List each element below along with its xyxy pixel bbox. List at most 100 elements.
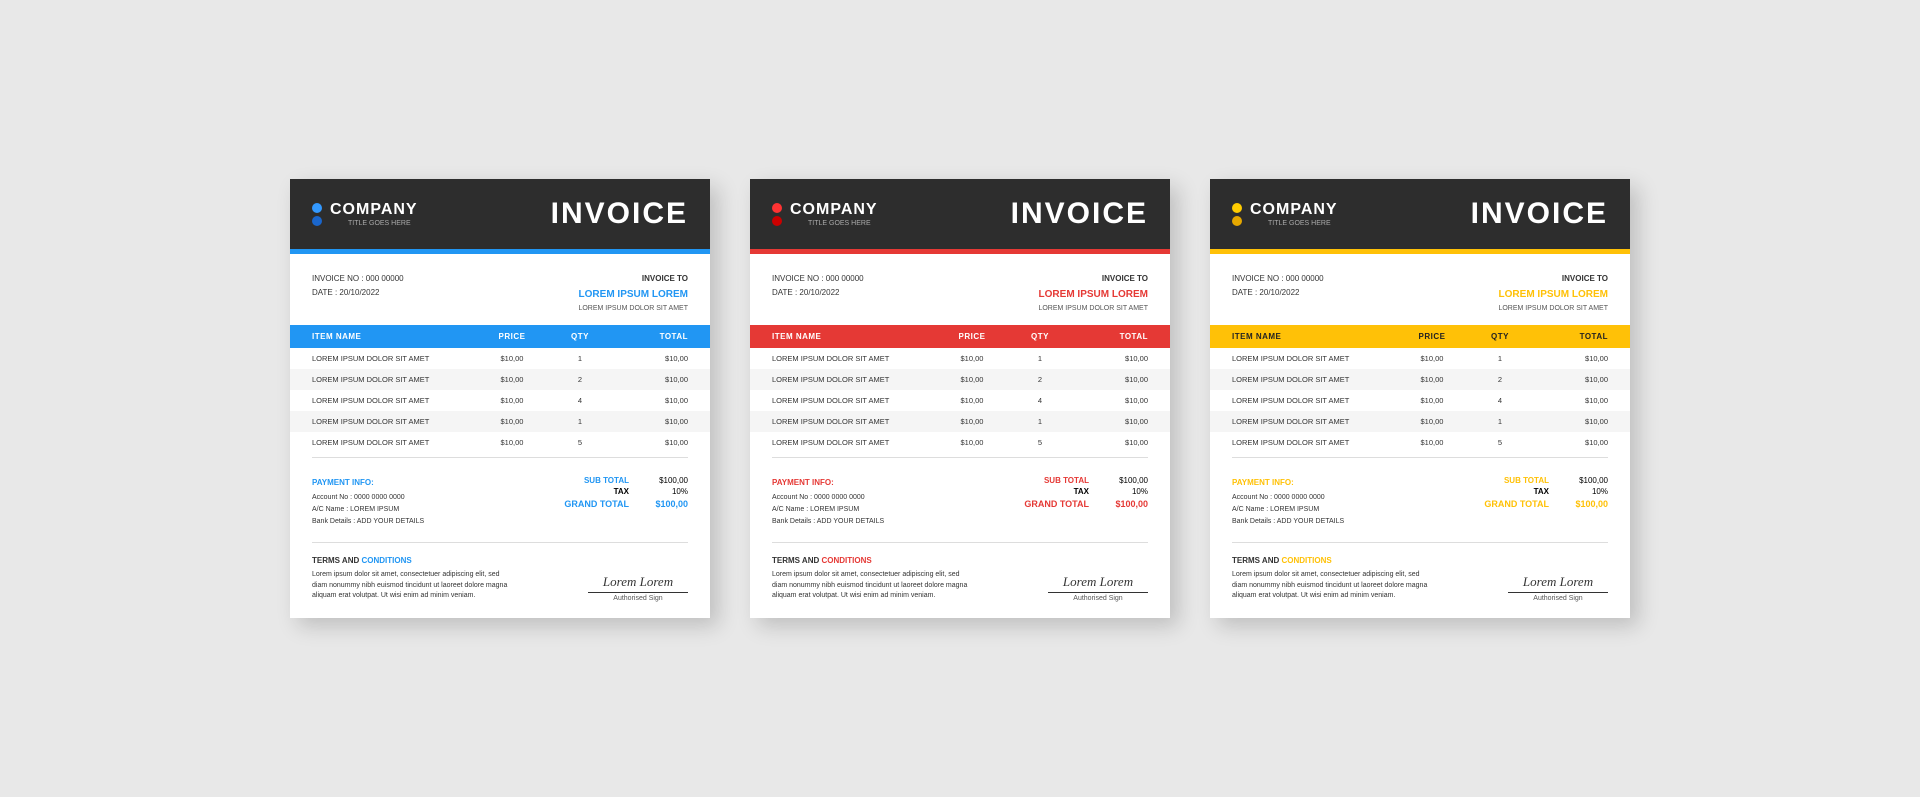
col-qty-blue: QTY <box>552 332 608 341</box>
row5-qty: 5 <box>552 438 608 447</box>
table-row: LOREM IPSUM DOLOR SIT AMET $10,00 2 $10,… <box>1210 369 1630 390</box>
company-subtitle-red: TITLE GOES HERE <box>808 220 878 227</box>
client-name-yellow: LOREM IPSUM LOREM <box>1498 286 1608 303</box>
row1-item: LOREM IPSUM DOLOR SIT AMET <box>312 354 472 363</box>
info-left-yellow: INVOICE NO : 000 00000 DATE : 20/10/2022 <box>1232 272 1324 314</box>
grand-total-row-blue: GRAND TOTAL $100,00 <box>564 499 688 509</box>
divider-blue <box>312 457 688 458</box>
table-header-red: ITEM NAME PRICE QTY TOTAL <box>750 325 1170 348</box>
invoice-header-blue: COMPANY TITLE GOES HERE INVOICE <box>290 179 710 249</box>
logo-icon-blue <box>312 203 322 226</box>
info-right-red: INVOICE TO LOREM IPSUM LOREM LOREM IPSUM… <box>1038 272 1148 314</box>
row4-qty: 1 <box>552 417 608 426</box>
row5-total: $10,00 <box>608 438 688 447</box>
company-subtitle-yellow: TITLE GOES HERE <box>1268 220 1338 227</box>
signature-line-blue <box>588 592 688 593</box>
invoice-header-red: COMPANY TITLE GOES HERE INVOICE <box>750 179 1170 249</box>
info-right-yellow: INVOICE TO LOREM IPSUM LOREM LOREM IPSUM… <box>1498 272 1608 314</box>
date-row: DATE : 20/10/2022 <box>312 286 404 300</box>
invoice-no-row: INVOICE NO : 000 00000 <box>312 272 404 286</box>
table-header-yellow: ITEM NAME PRICE QTY TOTAL <box>1210 325 1630 348</box>
row4-price: $10,00 <box>472 417 552 426</box>
totals-section-blue: SUB TOTAL $100,00 TAX 10% GRAND TOTAL $1… <box>564 476 688 528</box>
terms-label-blue: TERMS AND CONDITIONS <box>312 555 512 567</box>
col-item-blue: ITEM NAME <box>312 332 472 341</box>
account-no-red: Account No : 0000 0000 0000 <box>772 492 884 504</box>
row1-price: $10,00 <box>472 354 552 363</box>
info-left-blue: INVOICE NO : 000 00000 DATE : 20/10/2022 <box>312 272 404 314</box>
company-logo-blue: COMPANY TITLE GOES HERE <box>312 201 418 227</box>
invoice-table-yellow: ITEM NAME PRICE QTY TOTAL LOREM IPSUM DO… <box>1210 325 1630 453</box>
divider2-blue <box>312 542 688 543</box>
invoice-title-red: INVOICE <box>1011 197 1148 231</box>
row4-item: LOREM IPSUM DOLOR SIT AMET <box>312 417 472 426</box>
divider-yellow <box>1232 457 1608 458</box>
terms-text-yellow: TERMS AND CONDITIONS Lorem ipsum dolor s… <box>1232 555 1432 602</box>
invoice-no-label: INVOICE NO : <box>312 274 364 283</box>
tax-row-blue: TAX 10% <box>564 487 688 496</box>
logo-icon-red <box>772 203 782 226</box>
row1-qty: 1 <box>552 354 608 363</box>
terms-text-blue: TERMS AND CONDITIONS Lorem ipsum dolor s… <box>312 555 512 602</box>
invoice-table-red: ITEM NAME PRICE QTY TOTAL LOREM IPSUM DO… <box>750 325 1170 453</box>
table-header-blue: ITEM NAME PRICE QTY TOTAL <box>290 325 710 348</box>
row3-qty: 4 <box>552 396 608 405</box>
table-row: LOREM IPSUM DOLOR SIT AMET $10,00 1 $10,… <box>750 411 1170 432</box>
signature-text-blue: Lorem Lorem <box>588 574 688 590</box>
table-row: LOREM IPSUM DOLOR SIT AMET $10,00 5 $10,… <box>290 432 710 453</box>
grand-value-blue: $100,00 <box>643 499 688 509</box>
auth-sign-red: Authorised Sign <box>1048 595 1148 602</box>
totals-section-red: SUB TOTAL $100,00 TAX 10% GRAND TOTAL $1… <box>1024 476 1148 528</box>
invoice-info-red: INVOICE NO : 000 00000 DATE : 20/10/2022… <box>750 254 1170 324</box>
company-logo-red: COMPANY TITLE GOES HERE <box>772 201 878 227</box>
table-row: LOREM IPSUM DOLOR SIT AMET $10,00 4 $10,… <box>290 390 710 411</box>
bottom-section-red: PAYMENT INFO: Account No : 0000 0000 000… <box>750 464 1170 538</box>
date-row-red: DATE : 20/10/2022 <box>772 286 864 300</box>
subtotal-value-blue: $100,00 <box>643 476 688 485</box>
client-address-red: LOREM IPSUM DOLOR SIT AMET <box>1038 303 1148 315</box>
date-value: 20/10/2022 <box>339 288 379 297</box>
col-price-blue: PRICE <box>472 332 552 341</box>
logo-icon-yellow <box>1232 203 1242 226</box>
table-row: LOREM IPSUM DOLOR SIT AMET $10,00 1 $10,… <box>1210 348 1630 369</box>
info-left-red: INVOICE NO : 000 00000 DATE : 20/10/2022 <box>772 272 864 314</box>
info-right-blue: INVOICE TO LOREM IPSUM LOREM LOREM IPSUM… <box>578 272 688 314</box>
row3-price: $10,00 <box>472 396 552 405</box>
terms-section-yellow: TERMS AND CONDITIONS Lorem ipsum dolor s… <box>1210 547 1630 618</box>
table-row: LOREM IPSUM DOLOR SIT AMET $10,00 2 $10,… <box>290 369 710 390</box>
row2-item: LOREM IPSUM DOLOR SIT AMET <box>312 375 472 384</box>
table-row: LOREM IPSUM DOLOR SIT AMET $10,00 5 $10,… <box>1210 432 1630 453</box>
client-address-yellow: LOREM IPSUM DOLOR SIT AMET <box>1498 303 1608 315</box>
invoice-info-blue: INVOICE NO : 000 00000 DATE : 20/10/2022… <box>290 254 710 324</box>
invoice-blue: COMPANY TITLE GOES HERE INVOICE INVOICE … <box>290 179 710 617</box>
bank-blue: Bank Details : ADD YOUR DETAILS <box>312 516 424 528</box>
invoice-table-blue: ITEM NAME PRICE QTY TOTAL LOREM IPSUM DO… <box>290 325 710 453</box>
row2-total: $10,00 <box>608 375 688 384</box>
company-name-yellow: COMPANY <box>1250 201 1338 219</box>
table-row: LOREM IPSUM DOLOR SIT AMET $10,00 1 $10,… <box>1210 411 1630 432</box>
invoice-no: 000 00000 <box>366 274 404 283</box>
account-no-blue: Account No : 0000 0000 0000 <box>312 492 424 504</box>
ac-name-blue: A/C Name : LOREM IPSUM <box>312 504 424 516</box>
subtotal-label-blue: SUB TOTAL <box>584 476 629 485</box>
divider2-yellow <box>1232 542 1608 543</box>
client-name-blue: LOREM IPSUM LOREM <box>578 286 688 303</box>
table-row: LOREM IPSUM DOLOR SIT AMET $10,00 1 $10,… <box>290 411 710 432</box>
date-label: DATE : <box>312 288 337 297</box>
signature-block-red: Lorem Lorem Authorised Sign <box>1048 574 1148 602</box>
table-row: LOREM IPSUM DOLOR SIT AMET $10,00 4 $10,… <box>750 390 1170 411</box>
signature-block-blue: Lorem Lorem Authorised Sign <box>588 574 688 602</box>
invoice-no-row-red: INVOICE NO : 000 00000 <box>772 272 864 286</box>
row3-item: LOREM IPSUM DOLOR SIT AMET <box>312 396 472 405</box>
invoice-info-yellow: INVOICE NO : 000 00000 DATE : 20/10/2022… <box>1210 254 1630 324</box>
terms-section-blue: TERMS AND CONDITIONS Lorem ipsum dolor s… <box>290 547 710 618</box>
invoice-yellow: COMPANY TITLE GOES HERE INVOICE INVOICE … <box>1210 179 1630 617</box>
company-logo-yellow: COMPANY TITLE GOES HERE <box>1232 201 1338 227</box>
tax-value-blue: 10% <box>643 487 688 496</box>
invoice-no-row-yellow: INVOICE NO : 000 00000 <box>1232 272 1324 286</box>
row2-qty: 2 <box>552 375 608 384</box>
table-row: LOREM IPSUM DOLOR SIT AMET $10,00 2 $10,… <box>750 369 1170 390</box>
company-name-red: COMPANY <box>790 201 878 219</box>
row5-price: $10,00 <box>472 438 552 447</box>
signature-block-yellow: Lorem Lorem Authorised Sign <box>1508 574 1608 602</box>
